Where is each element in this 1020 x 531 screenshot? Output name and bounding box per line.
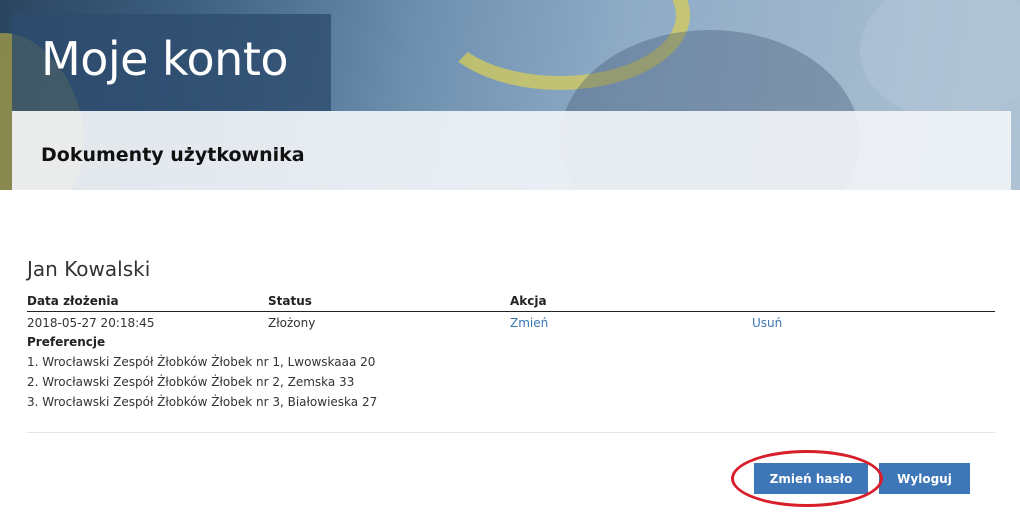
section-title: Dokumenty użytkownika (41, 144, 305, 166)
table-row: 2018-05-27 20:18:45 Złożony Zmień Usuń (27, 316, 995, 332)
preferences-list: 1. Wrocławski Zespół Żłobków Żłobek nr 1… (27, 355, 377, 415)
column-header-date: Data złożenia (27, 294, 119, 308)
page-title: Moje konto (41, 32, 289, 86)
change-password-button[interactable]: Zmień hasło (754, 463, 868, 494)
list-item: 3. Wrocławski Zespół Żłobków Żłobek nr 3… (27, 395, 378, 409)
page-title-box: Moje konto (12, 14, 331, 111)
edit-link[interactable]: Zmień (510, 316, 548, 330)
user-name: Jan Kowalski (27, 257, 151, 281)
preferences-label: Preferencje (27, 335, 106, 349)
hero-decoration (860, 0, 1020, 120)
hero-banner: Moje konto Dokumenty użytkownika (0, 0, 1020, 190)
submission-date: 2018-05-27 20:18:45 (27, 316, 155, 330)
column-header-status: Status (268, 294, 312, 308)
list-item: 1. Wrocławski Zespół Żłobków Żłobek nr 1… (27, 355, 376, 369)
logout-button[interactable]: Wyloguj (879, 463, 970, 494)
list-item: 2. Wrocławski Zespół Żłobków Żłobek nr 2… (27, 375, 355, 389)
document-status: Złożony (268, 316, 316, 330)
column-header-action: Akcja (510, 294, 547, 308)
divider (27, 432, 995, 433)
section-header: Dokumenty użytkownika (12, 111, 1011, 190)
documents-table-header: Data złożenia Status Akcja (27, 294, 995, 312)
delete-link[interactable]: Usuń (752, 316, 782, 330)
